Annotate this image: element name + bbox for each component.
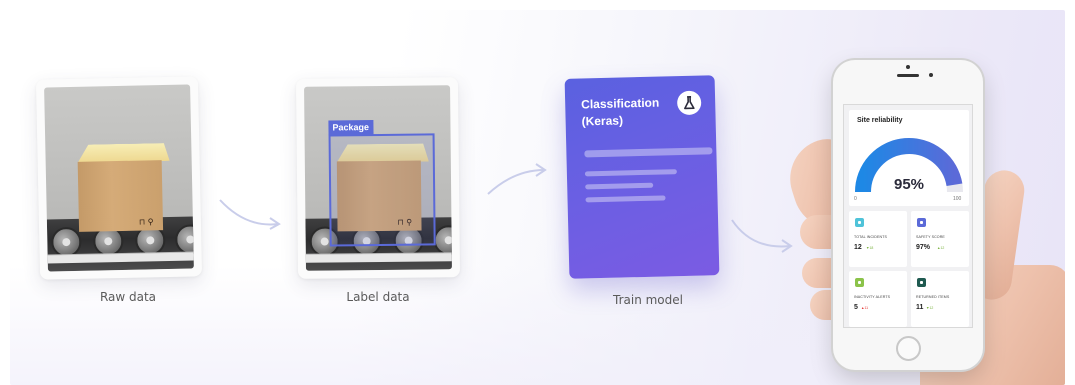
- gauge-max: 100: [953, 196, 962, 202]
- stat-tile[interactable]: TOTAL INCIDENTS 12 ▼18: [849, 211, 907, 267]
- shield-icon: [917, 218, 926, 227]
- bounding-box-label: Package: [328, 120, 374, 136]
- tile-delta: ▲12: [937, 246, 945, 250]
- placeholder-bar: [584, 147, 713, 158]
- phone-screen: Site reliability 95% 0 100 TOTAL INCIDEN…: [843, 104, 973, 328]
- raw-data-photo: ⊓ ⚲: [44, 84, 194, 272]
- box-mark: ⊓ ⚲: [138, 217, 154, 227]
- tile-label: SAFETY SCORE: [916, 235, 945, 239]
- tile-label: TOTAL INCIDENTS: [854, 235, 887, 239]
- bounding-box[interactable]: Package: [328, 120, 436, 247]
- raw-data-caption: Raw data: [99, 290, 157, 304]
- tile-delta: ▼18: [866, 246, 874, 250]
- tile-delta: ▲11: [861, 306, 869, 310]
- train-model-caption: Train model: [613, 293, 683, 307]
- placeholder-bar: [584, 169, 677, 177]
- stat-tile[interactable]: INACTIVITY ALERTS 5 ▲11: [849, 271, 907, 327]
- stat-tile[interactable]: SAFETY SCORE 97% ▲12: [911, 211, 969, 267]
- tile-delta: ▼12: [926, 306, 934, 310]
- flask-icon: [676, 90, 702, 116]
- tile-value: 11: [916, 304, 924, 311]
- home-button[interactable]: [896, 336, 921, 361]
- sensor: [929, 73, 933, 77]
- tile-value: 12: [854, 244, 862, 251]
- arrow-icon: [219, 199, 281, 230]
- conveyor-rail: [305, 253, 452, 263]
- site-reliability-panel: Site reliability 95% 0 100: [849, 110, 969, 206]
- arrow-icon: [487, 163, 547, 195]
- model-title: Classification (Keras): [581, 95, 660, 129]
- tile-value: 5: [854, 304, 858, 311]
- placeholder-bar: [585, 195, 666, 203]
- train-model-card: Classification (Keras): [564, 75, 720, 279]
- label-data-caption: Label data: [346, 290, 410, 304]
- returns-icon: [917, 278, 926, 287]
- stat-tile[interactable]: RETURNED ITEMS 11 ▼12: [911, 271, 969, 327]
- alert-icon: [855, 278, 864, 287]
- placeholder-bar: [585, 182, 654, 190]
- tile-label: RETURNED ITEMS: [916, 295, 950, 299]
- gauge-value: 95%: [893, 176, 925, 193]
- pipeline-stage: ⊓ ⚲ Raw data ⊓ ⚲ Package Label data Clas…: [10, 10, 1065, 385]
- incidents-icon: [855, 218, 864, 227]
- raw-data-card: ⊓ ⚲: [35, 76, 203, 280]
- speaker: [897, 74, 919, 77]
- phone: Site reliability 95% 0 100 TOTAL INCIDEN…: [833, 60, 983, 370]
- tile-label: INACTIVITY ALERTS: [854, 295, 891, 299]
- arrow-icon: [731, 219, 793, 253]
- gauge-min: 0: [854, 196, 857, 202]
- tile-value: 97%: [916, 244, 931, 251]
- camera-icon: [906, 65, 910, 69]
- label-data-card: ⊓ ⚲ Package: [295, 77, 461, 279]
